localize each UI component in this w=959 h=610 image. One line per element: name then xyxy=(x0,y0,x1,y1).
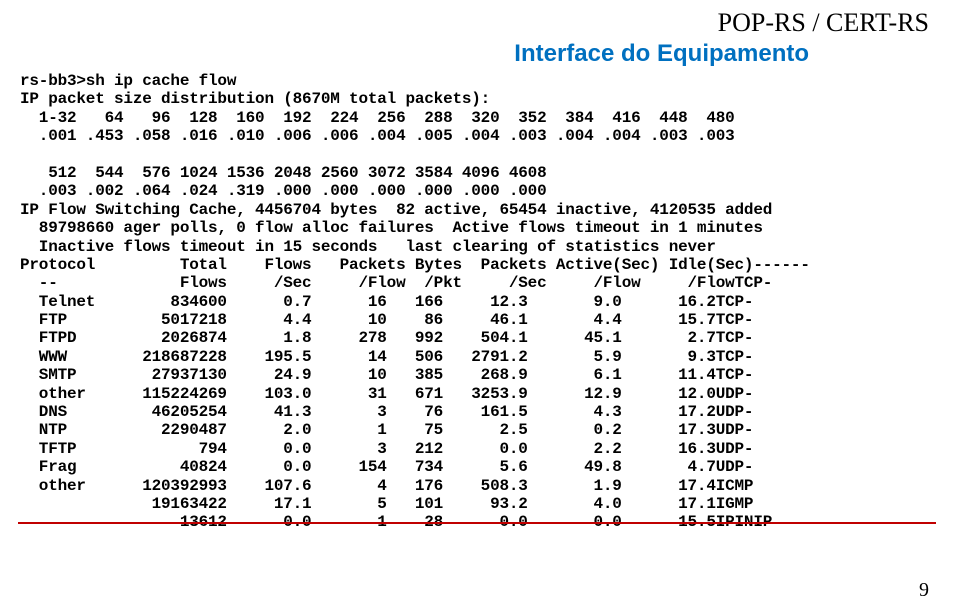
cache-line3: Inactive flows timeout in 15 seconds las… xyxy=(20,238,716,256)
table-header2: -- Flows /Sec /Flow /Pkt /Sec /Flow /Flo… xyxy=(20,274,772,292)
dist-row1-values: .001 .453 .058 .016 .010 .006 .006 .004 … xyxy=(20,127,735,145)
section-subtitle: Interface do Equipamento xyxy=(514,40,809,68)
table-row: Telnet 834600 0.7 16 166 12.3 9.0 16.2TC… xyxy=(20,293,753,311)
table-row: 19163422 17.1 5 101 93.2 4.0 17.1IGMP xyxy=(20,495,753,513)
table-row: NTP 2290487 2.0 1 75 2.5 0.2 17.3UDP- xyxy=(20,421,753,439)
header-title: POP-RS / CERT-RS xyxy=(718,8,929,38)
table-row: FTP 5017218 4.4 10 86 46.1 4.4 15.7TCP- xyxy=(20,311,753,329)
dist-row2-values: .003 .002 .064 .024 .319 .000 .000 .000 … xyxy=(20,182,547,200)
table-row: Frag 40824 0.0 154 734 5.6 49.8 4.7UDP- xyxy=(20,458,753,476)
cache-line2: 89798660 ager polls, 0 flow alloc failur… xyxy=(20,219,763,237)
table-row: DNS 46205254 41.3 3 76 161.5 4.3 17.2UDP… xyxy=(20,403,753,421)
table-row: other 115224269 103.0 31 671 3253.9 12.9… xyxy=(20,385,753,403)
table-row: FTPD 2026874 1.8 278 992 504.1 45.1 2.7T… xyxy=(20,329,753,347)
dist-line: IP packet size distribution (8670M total… xyxy=(20,90,490,108)
cache-line1: IP Flow Switching Cache, 4456704 bytes 8… xyxy=(20,201,772,219)
table-row: WWW 218687228 195.5 14 506 2791.2 5.9 9.… xyxy=(20,348,753,366)
table-row: SMTP 27937130 24.9 10 385 268.9 6.1 11.4… xyxy=(20,366,753,384)
divider xyxy=(18,522,936,524)
dist-row1-labels: 1-32 64 96 128 160 192 224 256 288 320 3… xyxy=(20,109,735,127)
table-row: other 120392993 107.6 4 176 508.3 1.9 17… xyxy=(20,477,753,495)
terminal-output: rs-bb3>sh ip cache flow IP packet size d… xyxy=(20,72,810,532)
table-header1: Protocol Total Flows Packets Bytes Packe… xyxy=(20,256,810,274)
prompt-line: rs-bb3>sh ip cache flow xyxy=(20,72,236,90)
table-row: TFTP 794 0.0 3 212 0.0 2.2 16.3UDP- xyxy=(20,440,753,458)
page-number: 9 xyxy=(919,579,929,602)
dist-row2-labels: 512 544 576 1024 1536 2048 2560 3072 358… xyxy=(20,164,547,182)
